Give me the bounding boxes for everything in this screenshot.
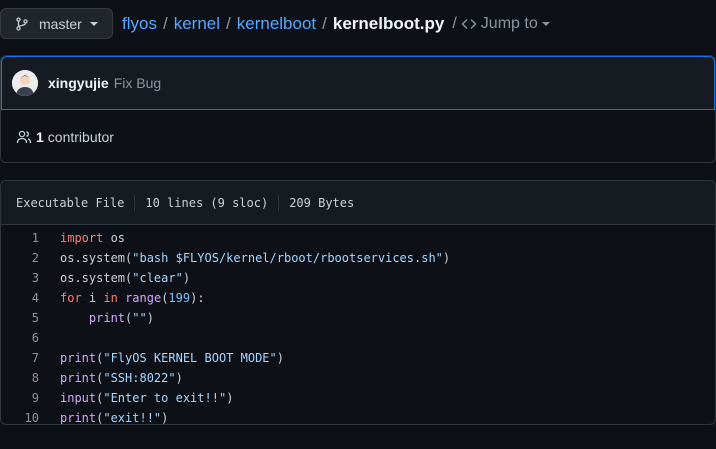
line-number[interactable]: 6 (1, 331, 39, 345)
latest-commit-box: xingyujie Fix Bug 1 contributor (0, 55, 716, 163)
people-icon (16, 130, 32, 143)
code-line: 8 print("SSH:8022") (1, 368, 715, 388)
chevron-down-icon (89, 21, 98, 26)
branch-select-button[interactable]: master (0, 8, 113, 39)
code-line-text: for i in range(199): (60, 291, 205, 305)
code-line: 5 print("") (1, 308, 715, 328)
line-number[interactable]: 5 (1, 311, 39, 325)
code-line: 3 os.system("clear") (1, 268, 715, 288)
line-number[interactable]: 7 (1, 351, 39, 365)
breadcrumb-current-file: kernelboot.py (332, 14, 445, 33)
line-number[interactable]: 9 (1, 391, 39, 405)
chevron-down-icon (541, 22, 550, 26)
code-line-text: import os (60, 231, 126, 245)
code-line: 10 print("exit!!") (1, 408, 715, 425)
line-number[interactable]: 3 (1, 271, 39, 285)
commit-author-link[interactable]: xingyujie (48, 75, 109, 91)
file-line-count: 10 lines (9 sloc) (134, 194, 278, 211)
file-size: 209 Bytes (278, 194, 364, 211)
file-viewer: Executable File 10 lines (9 sloc) 209 By… (0, 180, 716, 425)
breadcrumb: flyos / kernel / kernelboot / kernelboot… (122, 12, 550, 36)
breadcrumb-separator: / (452, 15, 457, 32)
breadcrumb-separator: / (162, 14, 168, 33)
code-line: 2 os.system("bash $FLYOS/kernel/rboot/rb… (1, 248, 715, 268)
avatar[interactable] (12, 70, 38, 96)
code-line: 7 print("FlyOS KERNEL BOOT MODE") (1, 348, 715, 368)
code-line-text: input("Enter to exit!!") (60, 391, 234, 405)
code-line: 9 input("Enter to exit!!") (1, 388, 715, 408)
code-line-text: os.system("clear") (60, 271, 191, 285)
git-branch-icon (16, 16, 28, 31)
breadcrumb-separator: / (226, 14, 231, 33)
commit-message-link[interactable]: Fix Bug (114, 75, 161, 91)
line-number[interactable]: 2 (1, 251, 39, 265)
code-listing: 1 import os 2 os.system("bash $FLYOS/ker… (1, 225, 715, 425)
code-icon (461, 19, 477, 29)
code-line: 6 (1, 328, 715, 348)
jump-to-label: Jump to (480, 15, 538, 32)
breadcrumb-link-kernel[interactable]: kernel (174, 14, 220, 34)
code-line-text: print("FlyOS KERNEL BOOT MODE") (60, 351, 284, 365)
line-number[interactable]: 10 (1, 411, 39, 424)
code-line-text: os.system("bash $FLYOS/kernel/rboot/rboo… (60, 251, 451, 265)
code-line-text: print("SSH:8022") (60, 371, 183, 385)
code-line-text: print("exit!!") (60, 411, 169, 425)
breadcrumb-link-repo[interactable]: flyos (122, 14, 157, 34)
line-number[interactable]: 4 (1, 291, 39, 305)
file-info-header: Executable File 10 lines (9 sloc) 209 By… (1, 181, 715, 225)
breadcrumb-separator: / (322, 14, 327, 33)
line-number[interactable]: 1 (1, 231, 39, 245)
line-number[interactable]: 8 (1, 371, 39, 385)
code-line-text: print("") (88, 311, 154, 325)
breadcrumb-link-kernelboot[interactable]: kernelboot (237, 14, 316, 34)
file-type: Executable File (16, 195, 125, 210)
contributor-count: 1 (36, 128, 44, 145)
jump-to-button[interactable]: / Jump to (452, 15, 550, 33)
contributors-row[interactable]: 1 contributor (1, 110, 715, 162)
code-line: 4 for i in range(199): (1, 288, 715, 308)
latest-commit-row: xingyujie Fix Bug (1, 56, 715, 110)
file-navigation: master flyos / kernel / kernelboot / ker… (0, 0, 716, 48)
code-line: 1 import os (1, 228, 715, 248)
branch-name: master (39, 15, 82, 32)
contributor-label: contributor (47, 128, 114, 145)
avatar-image (12, 70, 38, 96)
